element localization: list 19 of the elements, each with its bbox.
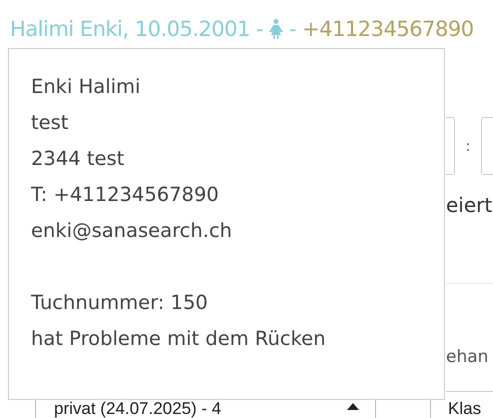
address-line: enki@sanasearch.ch [31, 219, 232, 244]
phone-number: +411234567890 [302, 17, 474, 41]
table-cell-text: Klas [447, 398, 482, 417]
address-line: Enki Halimi [31, 75, 140, 100]
female-icon [269, 19, 284, 39]
label-text: eiert [446, 193, 493, 217]
label-text: ehan [446, 347, 488, 367]
note-line: Tuchnummer: 150 [31, 291, 208, 316]
address-line: 2344 test [31, 147, 124, 172]
time-separator: : [464, 137, 472, 155]
note-line: hat Probleme mit dem Rücken [31, 327, 326, 352]
caret-icon [347, 403, 359, 410]
address-line: T: +411234567890 [31, 183, 219, 208]
patient-name: Halimi Enki, 10.05.2001 [10, 17, 250, 41]
separator: - [256, 17, 264, 41]
address-line: test [31, 111, 68, 136]
input-field[interactable] [446, 117, 455, 175]
separator: - [289, 17, 296, 41]
input-field[interactable] [481, 117, 493, 175]
